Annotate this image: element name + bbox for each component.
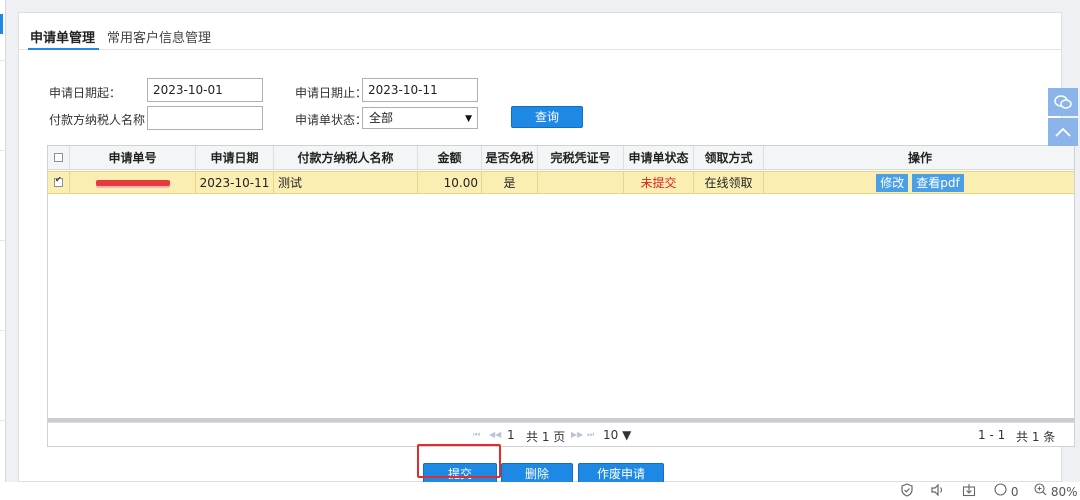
start-date-label: 申请日期起： — [49, 86, 122, 100]
status-select[interactable]: 全部 ▼ — [362, 107, 478, 129]
submit-highlight-box — [417, 444, 501, 478]
cell-operations: 修改 查看pdf — [764, 172, 1074, 193]
header-operations: 操作 — [907, 151, 932, 165]
sidebar-divider — [0, 150, 6, 151]
sidebar-divider — [0, 420, 6, 421]
page-size-select[interactable]: 10 ▼ — [603, 428, 631, 442]
zoom-icon — [1034, 483, 1047, 496]
header-voucher-no: 完税凭证号 — [538, 146, 624, 169]
header-status: 申请单状态 — [624, 146, 694, 169]
sidebar-divider — [0, 330, 6, 331]
shield-icon[interactable] — [900, 483, 914, 500]
edit-button[interactable]: 修改 — [876, 173, 909, 192]
sidebar-divider — [0, 60, 6, 61]
payer-name-label: 付款方纳税人名称： — [49, 113, 158, 127]
redacted-application-no — [95, 179, 170, 186]
left-sidebar-edge — [0, 0, 6, 500]
row-select-cell — [48, 172, 70, 193]
chat-icon[interactable] — [1048, 88, 1078, 116]
table-row[interactable]: 2023-10-11 测试 10.00 是 未提交 在线领取 修改 查看pdf — [48, 171, 1074, 194]
chat-bubbles-icon — [1054, 95, 1072, 109]
next-page-icon[interactable]: ▶▶ — [571, 430, 583, 439]
status-select-value: 全部 — [369, 111, 394, 125]
blocker-icon — [994, 483, 1007, 496]
blocker-badge[interactable]: 0 — [994, 483, 1018, 499]
total-pages: 共 1 页 — [526, 430, 566, 444]
cell-status: 未提交 — [624, 172, 694, 193]
header-amount: 金额 — [418, 146, 482, 169]
sidebar-active-marker — [0, 14, 3, 34]
select-all-cell — [48, 146, 70, 169]
view-pdf-button[interactable]: 查看pdf — [912, 173, 964, 192]
cell-amount: 10.00 — [418, 172, 482, 193]
header-application-no: 申请单号 — [70, 146, 196, 169]
record-range: 1 - 1 — [978, 428, 1006, 442]
query-button[interactable]: 查询 — [511, 106, 583, 128]
cell-application-date: 2023-10-11 — [196, 172, 274, 193]
tab-bar: 申请单管理 常用客户信息管理 — [19, 13, 1061, 50]
select-all-checkbox[interactable] — [54, 153, 63, 162]
status-label: 申请单状态： — [295, 113, 368, 127]
browser-status-bar: 0 80% — [0, 482, 1080, 500]
first-page-icon[interactable]: ⏮ — [473, 430, 480, 440]
application-grid: 申请单号 申请日期 付款方纳税人名称 金额 是否免税 完税凭证号 申请单状态 领… — [47, 145, 1075, 447]
header-application-date: 申请日期 — [196, 146, 274, 169]
cell-pickup-method: 在线领取 — [694, 172, 764, 193]
start-date-input[interactable] — [147, 78, 263, 102]
cell-voucher-no — [538, 172, 624, 193]
prev-page-icon[interactable]: ◀◀ — [489, 430, 501, 439]
page-number[interactable]: 1 — [507, 428, 515, 442]
cell-application-no — [70, 172, 196, 193]
dropdown-arrow-icon: ▼ — [465, 114, 472, 124]
pager: ⏮ ◀◀ 1 共 1 页 ▶▶ ⏭ 10 ▼ 1 - 1 共 1 条 — [48, 422, 1074, 446]
header-payer-name: 付款方纳税人名称 — [274, 146, 418, 169]
last-page-icon[interactable]: ⏭ — [587, 430, 594, 440]
tab-application-management[interactable]: 申请单管理 — [27, 27, 100, 50]
sidebar-divider — [0, 240, 6, 241]
tab-customer-info-management[interactable]: 常用客户信息管理 — [107, 27, 211, 46]
grid-header: 申请单号 申请日期 付款方纳税人名称 金额 是否免税 完税凭证号 申请单状态 领… — [48, 146, 1074, 170]
back-to-top-icon[interactable] — [1048, 118, 1078, 146]
download-icon[interactable] — [962, 483, 976, 500]
speaker-icon[interactable] — [930, 483, 946, 500]
blocker-count: 0 — [1010, 485, 1019, 499]
header-pickup-method: 领取方式 — [694, 146, 764, 169]
zoom-level: 80% — [1050, 485, 1078, 499]
floating-toolbar — [1048, 88, 1080, 148]
end-date-label: 申请日期止： — [295, 86, 368, 100]
end-date-input[interactable] — [362, 78, 478, 102]
main-panel: 申请单管理 常用客户信息管理 申请日期起： 申请日期止： 付款方纳税人名称： 申… — [18, 12, 1075, 485]
cell-tax-exempt: 是 — [482, 172, 538, 193]
chevron-up-icon — [1055, 127, 1071, 137]
cell-payer-name: 测试 — [274, 172, 418, 193]
payer-name-input[interactable] — [147, 106, 263, 130]
row-checkbox[interactable] — [54, 175, 63, 187]
record-total: 共 1 条 — [1016, 430, 1056, 444]
zoom-control[interactable]: 80% — [1034, 483, 1078, 499]
header-tax-exempt: 是否免税 — [482, 146, 538, 169]
